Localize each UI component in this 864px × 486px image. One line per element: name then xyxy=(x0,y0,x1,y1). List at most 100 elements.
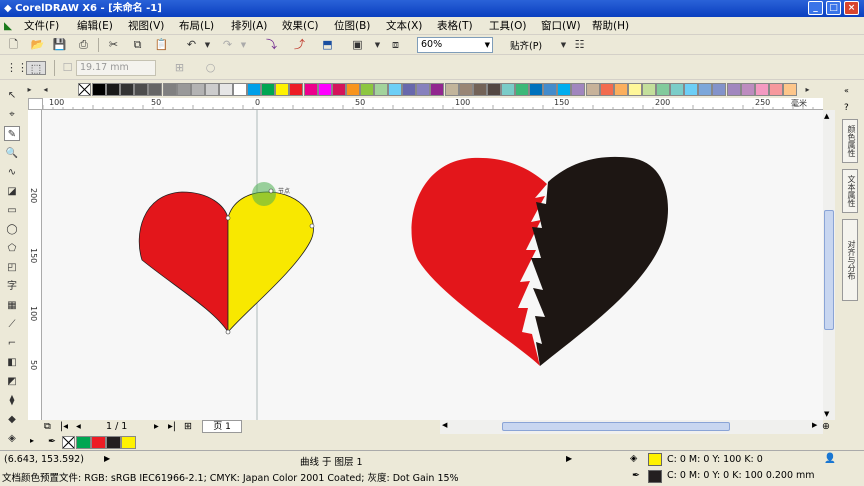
scroll-left-icon[interactable]: ◀ xyxy=(442,421,447,429)
user-icon[interactable]: 👤 xyxy=(824,453,836,464)
copy-icon[interactable]: ⧉ xyxy=(130,38,145,52)
menu-view[interactable]: 视图(V) xyxy=(128,19,164,33)
curve-node[interactable] xyxy=(225,215,231,221)
smart-fill-icon[interactable]: ◪ xyxy=(4,184,20,199)
menu-help[interactable]: 帮助(H) xyxy=(592,19,629,33)
color-swatch[interactable] xyxy=(529,83,544,96)
redo-dropdown-icon[interactable]: ▼ xyxy=(236,38,251,52)
dimension-tool-icon[interactable]: ⟋ xyxy=(4,317,20,332)
publish-icon[interactable]: ⬒ xyxy=(320,38,335,52)
docker-tab-color-props[interactable]: 颜色属性 xyxy=(842,119,858,163)
eyedropper-tool-icon[interactable]: ⧫ xyxy=(4,393,20,408)
transparency-tool-icon[interactable]: ◩ xyxy=(4,374,20,389)
menu-tools[interactable]: 工具(O) xyxy=(489,19,526,33)
text-tool-icon[interactable]: 字 xyxy=(4,279,20,294)
curve-tool-icon[interactable]: ∿ xyxy=(4,165,20,180)
eyedropper-icon[interactable]: ✒ xyxy=(48,436,56,447)
palette-options-icon[interactable]: ▸ xyxy=(22,83,37,97)
color-swatch[interactable] xyxy=(388,83,403,96)
color-swatch[interactable] xyxy=(275,83,290,96)
menu-edit[interactable]: 编辑(E) xyxy=(77,19,113,33)
coords-menu-icon[interactable]: ▶ xyxy=(104,454,110,463)
color-swatch[interactable] xyxy=(444,83,459,96)
color-swatch[interactable] xyxy=(345,83,360,96)
add-page-icon[interactable]: ⊞ xyxy=(184,421,192,432)
color-swatch[interactable] xyxy=(317,83,332,96)
new-document-icon[interactable]: 🗋 xyxy=(6,38,21,52)
color-swatch[interactable] xyxy=(162,83,177,96)
color-swatch[interactable] xyxy=(515,83,529,96)
cut-icon[interactable]: ✂ xyxy=(106,38,121,52)
color-swatch[interactable] xyxy=(458,83,473,96)
page-tab[interactable]: 页 1 xyxy=(202,420,242,433)
color-swatch[interactable] xyxy=(740,83,755,96)
color-swatch[interactable] xyxy=(106,83,121,96)
snap-to-menu[interactable]: 贴齐(P) xyxy=(510,38,542,52)
table-tool-icon[interactable]: ▦ xyxy=(4,298,20,313)
palette-options-icon[interactable]: ▸ xyxy=(30,436,34,445)
snap-dropdown-icon[interactable]: ▼ xyxy=(556,38,571,52)
no-color-swatch[interactable] xyxy=(78,83,91,96)
document-color-swatch[interactable] xyxy=(91,436,106,449)
first-page-icon[interactable]: |◂ xyxy=(60,421,68,432)
document-color-swatch[interactable] xyxy=(121,436,136,449)
connector-tool-icon[interactable]: ⌐ xyxy=(4,336,20,351)
color-swatch[interactable] xyxy=(416,83,431,96)
horizontal-scrollbar[interactable]: ◀ ▶ xyxy=(440,420,823,434)
color-swatch[interactable] xyxy=(712,83,727,96)
color-swatch[interactable] xyxy=(148,83,163,96)
ellipse-tool-icon[interactable]: ◯ xyxy=(4,222,20,237)
menu-layout[interactable]: 布局(L) xyxy=(179,19,214,33)
zoom-tool-icon[interactable]: 🔍 xyxy=(4,146,20,161)
full-screen-preview-icon[interactable]: ⧈ xyxy=(388,38,403,52)
maximize-button[interactable]: □ xyxy=(826,1,841,15)
open-icon[interactable]: 📂 xyxy=(30,38,45,52)
fill-tool-icon[interactable]: ◆ xyxy=(4,412,20,427)
menu-text[interactable]: 文本(X) xyxy=(386,19,422,33)
curve-node[interactable] xyxy=(268,188,274,194)
export-icon[interactable]: ⤴ xyxy=(292,38,307,52)
color-swatch[interactable] xyxy=(599,83,614,96)
heart-left-half-red[interactable] xyxy=(138,191,229,334)
color-swatch[interactable] xyxy=(782,83,797,96)
curve-node[interactable] xyxy=(225,329,231,335)
color-swatch[interactable] xyxy=(500,83,515,96)
color-swatch[interactable] xyxy=(374,83,388,96)
color-swatch[interactable] xyxy=(402,83,417,96)
color-swatch[interactable] xyxy=(670,83,685,96)
document-color-swatch[interactable] xyxy=(76,436,91,449)
shape-tool-options-icon[interactable]: ⋮⋮ xyxy=(6,61,28,75)
color-swatch[interactable] xyxy=(120,83,135,96)
print-icon[interactable]: ⎙ xyxy=(76,38,91,52)
save-icon[interactable]: 💾 xyxy=(52,38,67,52)
color-swatch[interactable] xyxy=(571,83,586,96)
circle-icon[interactable]: ○ xyxy=(203,61,218,75)
color-swatch[interactable] xyxy=(754,83,769,96)
curve-node[interactable] xyxy=(309,223,315,229)
color-swatch[interactable] xyxy=(656,83,670,96)
color-swatch[interactable] xyxy=(289,83,304,96)
freehand-tool-icon[interactable]: ✎ xyxy=(4,126,20,141)
undo-icon[interactable]: ↶ xyxy=(184,38,199,52)
palette-scroll-left-icon[interactable]: ◂ xyxy=(38,83,53,97)
color-swatch[interactable] xyxy=(190,83,205,96)
outline-tool-icon[interactable]: ◈ xyxy=(4,431,20,446)
menu-effects[interactable]: 效果(C) xyxy=(282,19,319,33)
color-swatch[interactable] xyxy=(698,83,713,96)
color-swatch[interactable] xyxy=(627,83,642,96)
outline-color-swatch[interactable] xyxy=(648,470,662,483)
horizontal-ruler[interactable]: 100 50 0 50 100 150 200 250 毫米 xyxy=(43,98,823,110)
color-profile-info[interactable]: 文档颜色预置文件: RGB: sRGB IEC61966-2.1; CMYK: … xyxy=(2,470,459,484)
undo-dropdown-icon[interactable]: ▼ xyxy=(200,38,215,52)
horizontal-scroll-thumb[interactable] xyxy=(502,422,730,431)
color-swatch[interactable] xyxy=(543,83,558,96)
color-swatch[interactable] xyxy=(641,83,656,96)
color-swatch[interactable] xyxy=(585,83,600,96)
rectangle-tool-icon[interactable]: ▭ xyxy=(4,203,20,218)
scroll-up-icon[interactable]: ▲ xyxy=(824,112,829,120)
color-swatch[interactable] xyxy=(303,83,318,96)
color-swatch[interactable] xyxy=(204,83,219,96)
menu-table[interactable]: 表格(T) xyxy=(437,19,473,33)
color-swatch[interactable] xyxy=(218,83,233,96)
document-color-swatch[interactable] xyxy=(106,436,121,449)
